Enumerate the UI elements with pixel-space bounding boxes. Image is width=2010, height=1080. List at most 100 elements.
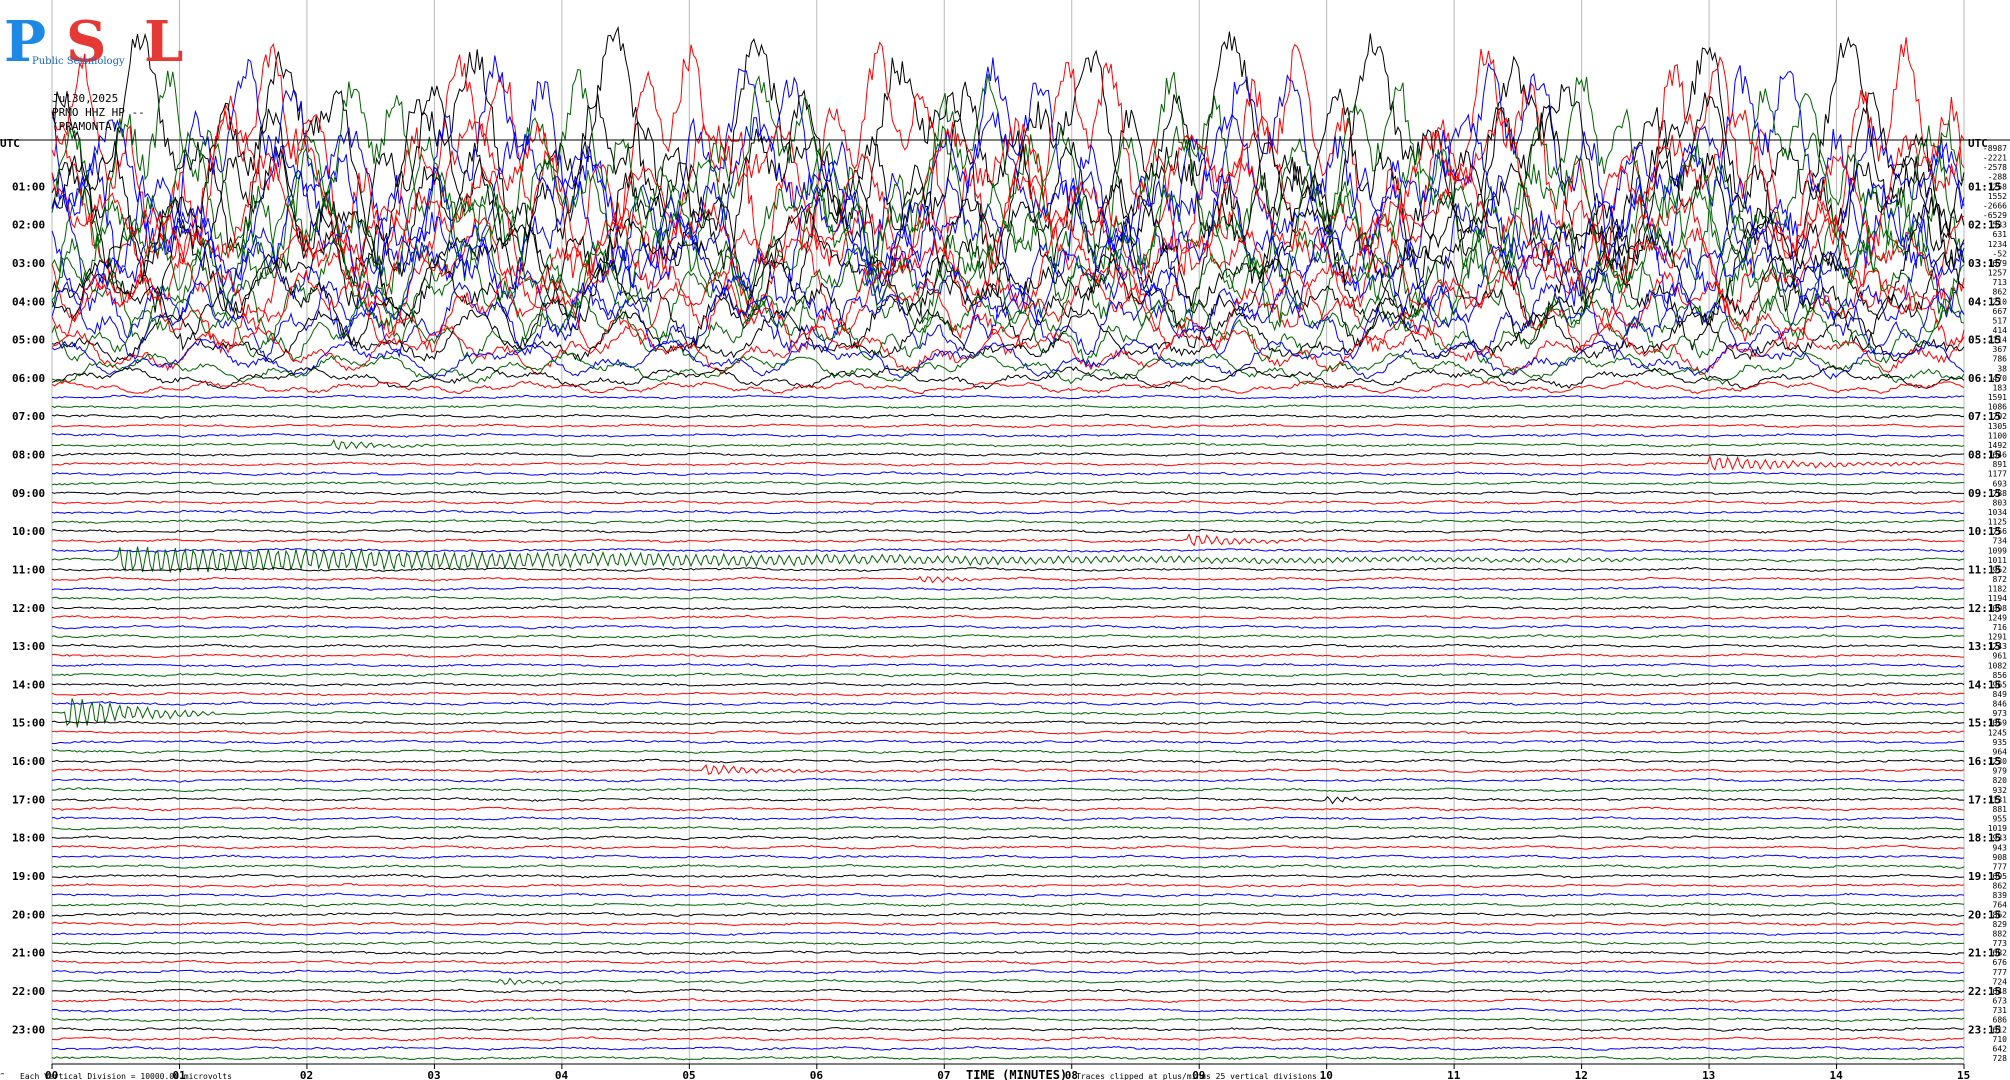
trace-value-label: -2578 (1983, 163, 2007, 172)
left-time-label: 03:00 (12, 257, 45, 270)
trace-line (51, 480, 1965, 486)
trace-line (51, 911, 1965, 917)
left-time-label: 01:00 (12, 180, 45, 193)
trace-value-label: 764 (1993, 901, 2008, 910)
trace-value-label: 952 (1993, 565, 2008, 574)
trace-line (51, 998, 1965, 1004)
trace-line (52, 624, 1965, 630)
trace-value-label: -6529 (1983, 211, 2007, 220)
trace-value-label: 773 (1993, 939, 2008, 948)
trace-line (51, 950, 1965, 956)
trace-value-label: 686 (1993, 1016, 2008, 1025)
left-time-label: 18:00 (12, 832, 45, 845)
trace-value-label: 533 (1993, 221, 2008, 230)
trace-line (51, 1026, 1965, 1032)
trace-line (51, 423, 1965, 429)
trace-value-label: 872 (1993, 575, 2008, 584)
clip-note: Traces clipped at plus/minus 25 vertical… (1076, 1072, 1317, 1080)
trace-line (51, 931, 1965, 936)
trace-value-label: 846 (1993, 700, 2008, 709)
trace-value-label: 803 (1993, 498, 2008, 507)
left-time-label: 08:00 (12, 449, 45, 462)
x-tick-label: 14 (1830, 1069, 1844, 1080)
trace-line (51, 634, 1964, 639)
trace-value-label: 1034 (1988, 508, 2007, 517)
trace-value-label: 713 (1993, 278, 2008, 287)
trace-value-label: 716 (1993, 623, 2008, 632)
trace-value-label: 932 (1993, 786, 2008, 795)
left-time-label: 15:00 (12, 717, 45, 730)
trace-value-label: 777 (1993, 862, 2008, 871)
trace-line (51, 1007, 1965, 1013)
x-tick-label: 12 (1575, 1069, 1588, 1080)
trace-line (51, 499, 1965, 505)
trace-value-label: 1249 (1988, 613, 2007, 622)
trace-line (51, 595, 1965, 601)
trace-value-label: 414 (1993, 326, 2008, 335)
trace-line (51, 902, 1965, 908)
trace-line (51, 509, 1965, 515)
trace-line (51, 471, 1965, 477)
trace-value-label: 1098 (1988, 604, 2007, 613)
x-axis-title: TIME (MINUTES) (966, 1068, 1067, 1080)
x-tick-label: 10 (1320, 1069, 1333, 1080)
left-time-label: 07:00 (12, 410, 45, 423)
x-tick-label: 06 (810, 1069, 824, 1080)
trace-line (51, 672, 1965, 678)
trace-line (51, 452, 1965, 457)
trace-line (51, 729, 1965, 735)
trace-value-label: 1177 (1988, 470, 2007, 479)
trace-value-label: 1011 (1988, 556, 2007, 565)
scale-note: Each Vertical Division = 10000.00 microv… (20, 1072, 232, 1080)
trace-line (51, 1017, 1965, 1023)
trace-value-label: 642 (1993, 1044, 2008, 1053)
trace-line (51, 691, 1965, 697)
trace-line (51, 749, 1965, 754)
trace-line (51, 338, 1965, 380)
trace-value-label: 965 (1993, 680, 2008, 689)
trace-value-label: 631 (1993, 230, 2008, 239)
trace-value-label: 1291 (1988, 633, 2007, 642)
trace-line (51, 605, 1965, 611)
trace-value-label: 1646 (1988, 451, 2007, 460)
psl-logo: P S L Public Seismology (4, 12, 200, 72)
trace-line (51, 698, 1965, 728)
left-time-label: 17:00 (12, 793, 45, 806)
trace-value-label: 1258 (1988, 182, 2007, 191)
trace-value-label: 1131 (1988, 795, 2007, 804)
trace-value-label: 955 (1993, 815, 2008, 824)
trace-value-label: 1679 (1988, 259, 2007, 268)
trace-value-label: 1194 (1988, 594, 2007, 603)
trace-line (51, 438, 1965, 451)
trace-value-label: 734 (1993, 537, 2008, 546)
left-time-label: 12:00 (12, 602, 45, 615)
trace-value-label: 1125 (1988, 518, 2007, 527)
trace-value-label: 849 (1993, 690, 2008, 699)
trace-value-label: 964 (1993, 747, 2008, 756)
trace-value-label: 1243 (1988, 642, 2007, 651)
trace-value-label: 702 (1993, 412, 2008, 421)
trace-value-label: -2666 (1983, 201, 2007, 210)
trace-value-label: 882 (1993, 929, 2008, 938)
left-time-label: 09:00 (12, 487, 45, 500)
trace-value-label: 756 (1993, 527, 2008, 536)
trace-value-label: 943 (1993, 843, 2008, 852)
trace-line (51, 1055, 1965, 1061)
trace-line (51, 720, 1965, 726)
trace-line (51, 763, 1965, 776)
trace-line (51, 643, 1965, 649)
trace-value-label: 979 (1993, 767, 2008, 776)
trace-value-label: -288 (1988, 173, 2007, 182)
trace-line (51, 758, 1965, 764)
trace-value-label: 786 (1993, 355, 2008, 364)
trace-value-label: 1245 (1988, 728, 2007, 737)
trace-value-label: 38 (1997, 364, 2007, 373)
trace-value-label: 839 (1993, 891, 2008, 900)
trace-value-label: 973 (1993, 709, 2008, 718)
trace-value-label: 935 (1993, 738, 2008, 747)
helicorder-plot: 00 01 02 03 04 05 06 07 08 09 10 11 12 13 14 15 01:0002… (0, 0, 2010, 1080)
trace-value-label: -2221 (1983, 154, 2007, 163)
trace-line (52, 977, 1965, 986)
trace-line (51, 1046, 1965, 1051)
trace-value-label: 1230 (1988, 757, 2007, 766)
